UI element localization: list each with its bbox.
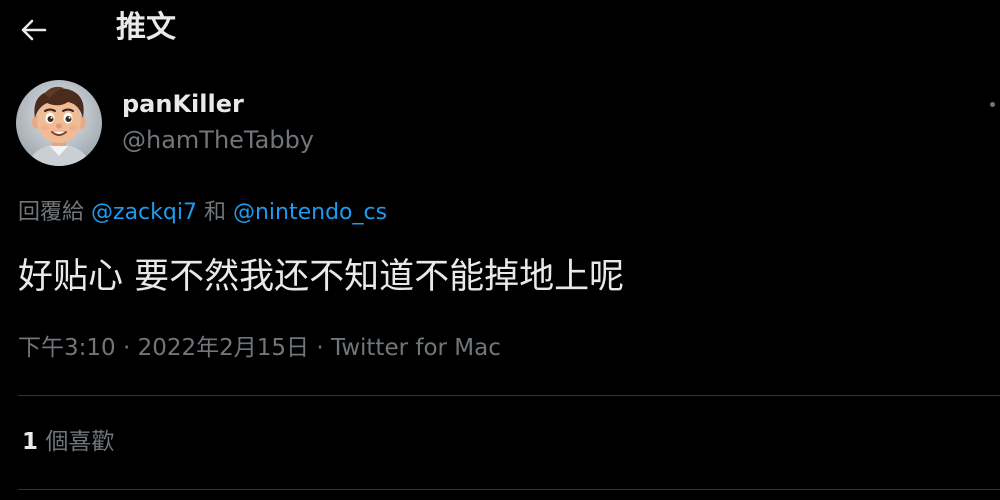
meta-separator: · [316,335,324,361]
back-button[interactable] [14,10,54,50]
tweet-source[interactable]: Twitter for Mac [331,335,501,361]
reply-joiner: 和 [203,200,226,225]
cartoon-boy-avatar-icon [16,80,102,166]
divider [18,395,1000,396]
reply-context: 回覆給 @zackqi7 和 @nintendo_cs [18,198,387,228]
more-dot-icon [989,101,995,107]
reply-prefix: 回覆給 [18,200,85,225]
more-options-button[interactable] [988,98,996,110]
tweet-meta: 下午3:10 · 2022年2月15日 · Twitter for Mac [18,332,501,364]
tweet-date[interactable]: 2022年2月15日 [138,335,309,361]
avatar[interactable] [16,80,102,166]
mention-link-zackqi7[interactable]: @zackqi7 [91,200,197,225]
mention-link-nintendo-cs[interactable]: @nintendo_cs [233,200,387,225]
tweet-time[interactable]: 下午3:10 [18,335,116,361]
likes-stat-link[interactable]: 1 個喜歡 [22,426,114,458]
tweet-header: 推文 [0,0,1000,58]
meta-separator: · [122,335,131,361]
author-handle[interactable]: @hamTheTabby [122,124,314,156]
likes-count: 1 [22,429,39,455]
arrow-left-icon [21,19,47,41]
likes-label: 個喜歡 [45,429,115,455]
page-title: 推文 [116,10,176,45]
author-display-name[interactable]: panKiller [122,88,244,120]
tweet-text: 好贴心 要不然我还不知道不能掉地上呢 [18,257,625,297]
divider [18,489,1000,490]
